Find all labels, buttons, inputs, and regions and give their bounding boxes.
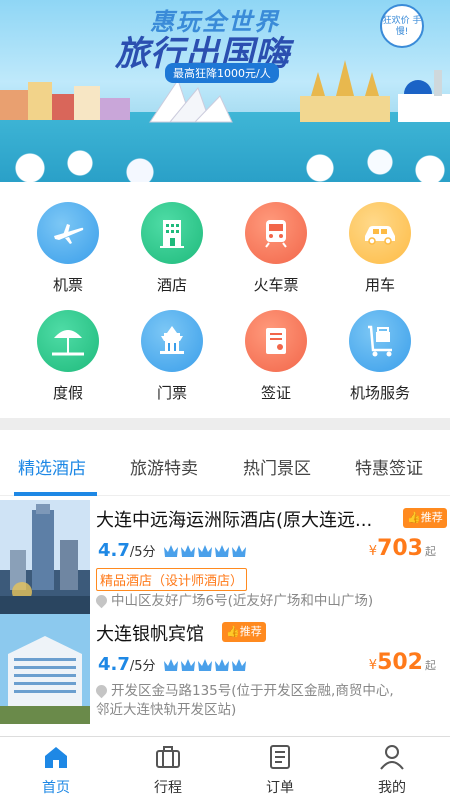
service-label: 机场服务 [349, 384, 410, 402]
home-icon [45, 747, 67, 768]
order-list-icon [270, 745, 290, 769]
nav-label: 行程 [154, 780, 182, 796]
service-car[interactable]: 用车 [330, 202, 430, 295]
address-text: 开发区金马路135号(位于开发区金融,商贸中心, [111, 683, 394, 699]
tab-hot-attractions[interactable]: 热门景区 [243, 454, 311, 479]
recommend-badge: 👍推荐 [222, 622, 266, 642]
hotel-photo [0, 500, 90, 616]
service-label: 门票 [156, 384, 187, 402]
banner-badge: 狂欢价 手慢! [380, 4, 424, 48]
service-label: 火车票 [253, 276, 299, 294]
tab-active-indicator [14, 492, 97, 496]
hotel-list-item[interactable]: 大连中远海运洲际酒店(原大连远... 👍推荐 4.7/5分 ¥703 起 精品酒店… [0, 500, 450, 616]
hotel-list-item[interactable]: 大连银帆宾馆 👍推荐 4.7/5分 ¥502 起 开发区金马路135号(位于开发区… [0, 614, 450, 734]
hotel-building-icon [141, 202, 203, 264]
section-divider [0, 418, 450, 430]
recommend-label: 推荐 [239, 625, 262, 638]
beach-umbrella-icon [37, 310, 99, 372]
service-label: 签证 [260, 384, 291, 402]
hotel-category-tag: 精品酒店（设计师酒店） [96, 568, 248, 591]
visa-document-icon [245, 310, 307, 372]
location-pin-icon [93, 682, 110, 699]
rating-suffix: /5分 [129, 545, 156, 560]
temple-icon [141, 310, 203, 372]
crown-rating-icon [164, 659, 246, 671]
price-currency: ¥ [368, 658, 378, 673]
price-currency: ¥ [368, 544, 378, 559]
address-text: 中山区友好广场6号(近友好广场和中山广场) [111, 593, 374, 609]
rating-suffix: /5分 [129, 659, 156, 674]
luggage-cart-icon [349, 310, 411, 372]
address-text-line2: 邻近大连快轨开发区站) [96, 702, 237, 718]
price-suffix: 起 [425, 659, 436, 672]
service-flight[interactable]: 机票 [18, 202, 118, 295]
service-tickets[interactable]: 门票 [122, 310, 222, 403]
tab-visa-deals[interactable]: 特惠签证 [355, 454, 423, 479]
service-airport[interactable]: 机场服务 [330, 310, 430, 403]
crown-rating-icon [164, 545, 246, 557]
service-vacation[interactable]: 度假 [18, 310, 118, 403]
service-hotel[interactable]: 酒店 [122, 202, 222, 295]
service-label: 酒店 [156, 276, 187, 294]
banner-promo-pill: 最高狂降1000元/人 [165, 63, 279, 83]
nav-label: 订单 [266, 780, 294, 796]
promo-banner[interactable]: 惠玩全世界 旅行出国嗨 最高狂降1000元/人 狂欢价 手慢! [0, 0, 450, 182]
nav-label: 我的 [378, 780, 406, 796]
service-visa[interactable]: 签证 [226, 310, 326, 403]
recommend-badge: 👍推荐 [403, 508, 447, 528]
rating-score: 4.7 [98, 654, 130, 675]
car-icon [349, 202, 411, 264]
hotel-photo [0, 614, 90, 724]
price-value: 703 [377, 536, 423, 561]
service-train[interactable]: 火车票 [226, 202, 326, 295]
location-pin-icon [93, 592, 110, 609]
hotel-name: 大连银帆宾馆 [96, 624, 204, 645]
hotel-rating: 4.7/5分 [98, 540, 156, 561]
banner-flowers [0, 138, 450, 182]
nav-trips[interactable]: 行程 [128, 743, 208, 797]
nav-home[interactable]: 首页 [16, 743, 96, 797]
bottom-navigation: 首页 行程 订单 我的 [0, 736, 450, 800]
nav-label: 首页 [42, 780, 70, 796]
thumbs-up-icon: 👍 [226, 625, 240, 638]
nav-orders[interactable]: 订单 [240, 743, 320, 797]
category-tabs: 精选酒店 旅游特卖 热门景区 特惠签证 [0, 440, 450, 496]
tab-travel-deals[interactable]: 旅游特卖 [130, 454, 198, 479]
user-icon [380, 745, 404, 770]
thumbs-up-icon: 👍 [407, 511, 421, 524]
service-grid: 机票 酒店 火车票 用车 度假 门票 签证 机场服务 [0, 196, 450, 408]
hotel-price: ¥703 起 [369, 536, 436, 561]
recommend-label: 推荐 [420, 511, 443, 524]
price-suffix: 起 [425, 545, 436, 558]
hotel-rating: 4.7/5分 [98, 654, 156, 675]
rating-score: 4.7 [98, 540, 130, 561]
train-icon [245, 202, 307, 264]
hotel-name: 大连中远海运洲际酒店(原大连远... [96, 510, 373, 531]
hotel-price: ¥502 起 [369, 650, 436, 675]
service-label: 用车 [364, 276, 395, 294]
tab-selected-hotels[interactable]: 精选酒店 [18, 454, 86, 479]
airplane-icon [37, 202, 99, 264]
hotel-address: 中山区友好广场6号(近友好广场和中山广场) [93, 592, 374, 611]
app-screen: 惠玩全世界 旅行出国嗨 最高狂降1000元/人 狂欢价 手慢! 机票 酒店 火车… [0, 0, 450, 800]
suitcase-icon [156, 746, 180, 768]
service-label: 机票 [52, 276, 83, 294]
service-label: 度假 [52, 384, 83, 402]
nav-profile[interactable]: 我的 [352, 743, 432, 797]
hotel-address: 开发区金马路135号(位于开发区金融,商贸中心, 邻近大连快轨开发区站) [93, 682, 394, 720]
price-value: 502 [377, 650, 423, 675]
